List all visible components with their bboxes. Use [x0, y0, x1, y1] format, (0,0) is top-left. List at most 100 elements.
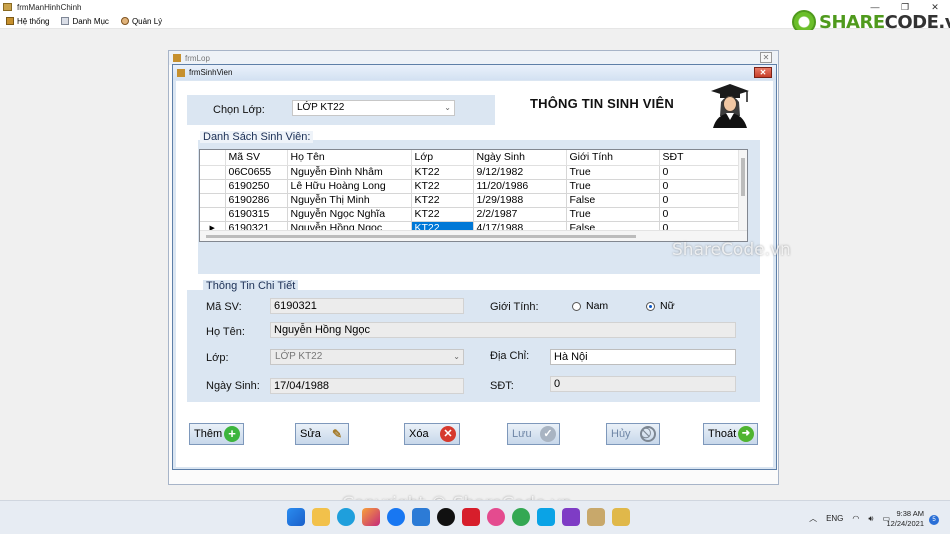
row-header[interactable]: [200, 193, 226, 208]
wifi-icon[interactable]: ◠: [852, 514, 859, 523]
scrollbar-thumb[interactable]: [741, 158, 745, 196]
cell-gioitinh[interactable]: True: [566, 165, 660, 180]
row-header[interactable]: [200, 179, 226, 194]
column-header[interactable]: Giới Tính: [566, 150, 660, 166]
phone-field[interactable]: 0: [550, 376, 736, 392]
column-header[interactable]: SĐT: [659, 150, 745, 166]
frmlop-close-button[interactable]: ✕: [760, 52, 772, 63]
row-header-corner: [200, 150, 226, 166]
skype-icon[interactable]: [537, 508, 555, 526]
facebook-icon[interactable]: [387, 508, 405, 526]
messenger-icon[interactable]: [487, 508, 505, 526]
cell-ngaysinh[interactable]: 9/12/1982: [473, 165, 567, 180]
cell-lop[interactable]: KT22: [411, 165, 474, 180]
instagram-icon[interactable]: [362, 508, 380, 526]
cell-gioitinh[interactable]: True: [566, 179, 660, 194]
volume-icon[interactable]: 🔊︎: [868, 514, 873, 524]
class-field[interactable]: LỚP KT22 ⌄: [270, 349, 464, 365]
address-label: Địa Chỉ:: [490, 350, 530, 362]
cell-masv[interactable]: 6190250: [225, 179, 288, 194]
cell-sdt[interactable]: 0: [659, 165, 745, 180]
menu-item-he-thong[interactable]: Hệ thống: [6, 17, 49, 26]
student-grid[interactable]: Mã SV Họ Tên Lớp Ngày Sinh Giới Tính SĐT…: [199, 149, 748, 242]
cell-masv[interactable]: 6190315: [225, 207, 288, 222]
column-header[interactable]: Họ Tên: [287, 150, 412, 166]
taskbar: ︿ ENG ◠ 🔊︎ ▭ 9:38 AM 12/24/2021 5: [0, 500, 950, 534]
edge-icon[interactable]: [337, 508, 355, 526]
table-row[interactable]: 6190315 Nguyễn Ngọc Nghĩa KT22 2/2/1987 …: [200, 207, 745, 222]
cell-masv[interactable]: 6190286: [225, 193, 288, 208]
exit-button[interactable]: Thoát ➜: [703, 423, 758, 445]
vertical-scrollbar[interactable]: [738, 150, 747, 231]
notification-badge[interactable]: 5: [929, 515, 939, 525]
radio-off-icon: [572, 301, 581, 311]
table-row[interactable]: 06C0655 Nguyễn Đình Nhâm KT22 9/12/1982 …: [200, 165, 745, 180]
exit-button-label: Thoát: [708, 428, 737, 440]
cell-hoten[interactable]: Lê Hữu Hoàng Long: [287, 179, 412, 194]
file-explorer-icon[interactable]: [312, 508, 330, 526]
frmlop-title: frmLop: [185, 53, 210, 63]
system-icon: [6, 17, 14, 25]
check-icon: ✓: [540, 426, 556, 442]
column-header[interactable]: Lớp: [411, 150, 474, 166]
cell-lop[interactable]: KT22: [411, 207, 474, 222]
tools-icon[interactable]: [587, 508, 605, 526]
gender-male-radio[interactable]: Nam: [572, 300, 608, 312]
menu-item-danh-muc[interactable]: Danh Mục: [61, 17, 109, 26]
gender-female-radio[interactable]: Nữ: [646, 300, 675, 312]
address-field[interactable]: Hà Nội: [550, 349, 736, 365]
catalog-icon: [61, 17, 70, 25]
horizontal-scrollbar[interactable]: [200, 230, 747, 241]
row-header[interactable]: [200, 207, 226, 222]
edit-button[interactable]: Sửa ✎: [295, 423, 349, 445]
chevron-up-icon[interactable]: ︿: [809, 513, 817, 524]
cell-hoten[interactable]: Nguyễn Ngọc Nghĩa: [287, 207, 412, 222]
cancel-button[interactable]: Hủy ⃠: [606, 423, 660, 445]
scrollbar-thumb[interactable]: [206, 235, 636, 238]
menu-item-label: Hệ thống: [17, 16, 50, 26]
delete-button-label: Xóa: [409, 428, 429, 440]
cell-lop[interactable]: KT22: [411, 179, 474, 194]
menu-item-quan-ly[interactable]: Quản Lý: [120, 16, 163, 26]
frmsinhvien-close-button[interactable]: ✕: [754, 67, 772, 78]
cell-sdt[interactable]: 0: [659, 207, 745, 222]
class-select[interactable]: LỚP KT22 ⌄: [292, 100, 455, 116]
row-header[interactable]: [200, 165, 226, 180]
cell-ngaysinh[interactable]: 2/2/1987: [473, 207, 567, 222]
student-list-title: Danh Sách Sinh Viên:: [200, 131, 314, 143]
column-header[interactable]: Ngày Sinh: [473, 150, 567, 166]
delete-button[interactable]: Xóa ✕: [404, 423, 460, 445]
winforms-app-icon[interactable]: [612, 508, 630, 526]
frmsinhvien-titlebar: frmSinhVien ✕: [173, 65, 776, 80]
cell-ngaysinh[interactable]: 11/20/1986: [473, 179, 567, 194]
cell-masv[interactable]: 06C0655: [225, 165, 288, 180]
column-header[interactable]: Mã SV: [225, 150, 288, 166]
cell-hoten[interactable]: Nguyễn Đình Nhâm: [287, 165, 412, 180]
cell-ngaysinh[interactable]: 1/29/1988: [473, 193, 567, 208]
class-field-value: LỚP KT22: [275, 351, 323, 362]
netflix-icon[interactable]: [462, 508, 480, 526]
clock[interactable]: 9:38 AM 12/24/2021: [886, 509, 924, 529]
visual-studio-icon[interactable]: [562, 508, 580, 526]
masv-field[interactable]: 6190321: [270, 298, 464, 314]
vscode-icon[interactable]: [412, 508, 430, 526]
cell-sdt[interactable]: 0: [659, 193, 745, 208]
cell-hoten[interactable]: Nguyễn Thị Minh: [287, 193, 412, 208]
cell-sdt[interactable]: 0: [659, 179, 745, 194]
table-row[interactable]: 6190250 Lê Hữu Hoàng Long KT22 11/20/198…: [200, 179, 745, 194]
table-row[interactable]: 6190286 Nguyễn Thị Minh KT22 1/29/1988 F…: [200, 193, 745, 208]
chrome-icon[interactable]: [512, 508, 530, 526]
cell-gioitinh[interactable]: False: [566, 193, 660, 208]
cell-gioitinh[interactable]: True: [566, 207, 660, 222]
add-button[interactable]: Thêm +: [189, 423, 244, 445]
start-icon[interactable]: [287, 508, 305, 526]
dob-field[interactable]: 17/04/1988: [270, 378, 464, 394]
cell-lop[interactable]: KT22: [411, 193, 474, 208]
language-indicator[interactable]: ENG: [826, 514, 843, 523]
gender-male-label: Nam: [586, 300, 609, 312]
name-field[interactable]: Nguyễn Hồng Ngọc: [270, 322, 736, 338]
save-button[interactable]: Lưu ✓: [507, 423, 560, 445]
tiktok-icon[interactable]: [437, 508, 455, 526]
exit-door-icon: ➜: [738, 426, 754, 442]
menu-item-label: Quản Lý: [131, 16, 163, 26]
